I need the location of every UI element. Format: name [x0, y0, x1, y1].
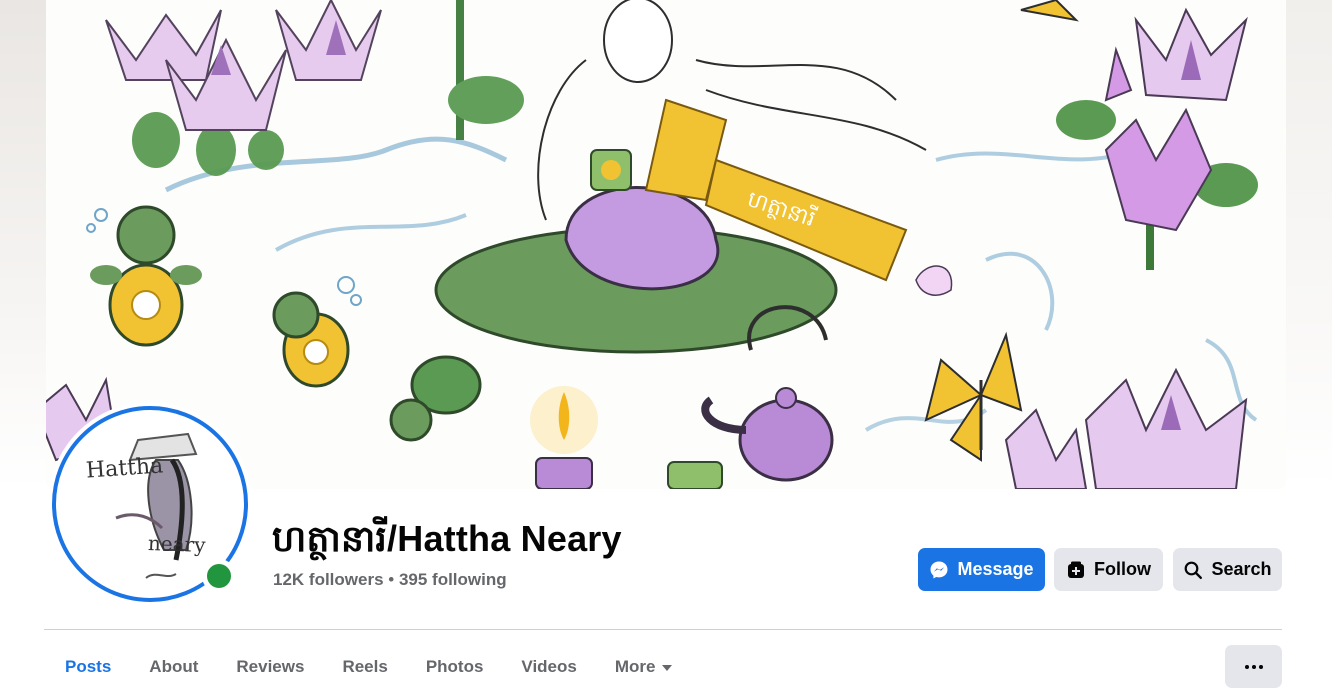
tab-posts[interactable]: Posts	[46, 643, 130, 691]
caret-down-icon	[662, 665, 673, 671]
messenger-icon	[930, 561, 948, 578]
follow-button-label: Follow	[1094, 559, 1151, 579]
page-title: ហត្ថានារី/Hattha Neary	[272, 518, 622, 559]
more-dots-icon	[1244, 664, 1249, 669]
tab-label: Reviews	[236, 657, 305, 676]
more-options-button[interactable]	[1225, 645, 1282, 688]
tab-label: Posts	[65, 657, 112, 676]
message-button-label: Message	[957, 559, 1034, 579]
online-status-indicator	[202, 559, 236, 593]
header-divider	[44, 629, 1282, 630]
message-button[interactable]: Message	[918, 548, 1045, 591]
following-link[interactable]: 395 following	[399, 570, 507, 589]
followers-link[interactable]: 12K followers	[273, 570, 384, 589]
stats-separator: •	[383, 570, 399, 589]
profile-page: ហត្ថានារី Hattha neary ហត្ថានារី/Hattha …	[0, 0, 1332, 696]
tab-label: Videos	[521, 657, 577, 676]
tab-more[interactable]: More	[596, 643, 692, 691]
tab-reels[interactable]: Reels	[323, 643, 406, 691]
follow-button[interactable]: Follow	[1054, 548, 1163, 591]
tab-label: Reels	[342, 657, 388, 676]
tab-label: More	[614, 657, 656, 676]
tab-videos[interactable]: Videos	[502, 643, 595, 691]
tab-photos[interactable]: Photos	[407, 643, 503, 691]
avatar-logo-text-bottom: neary	[147, 531, 206, 557]
tab-label: About	[149, 657, 199, 676]
search-button-label: Search	[1211, 559, 1272, 579]
tab-label: Photos	[425, 657, 484, 676]
more-dots-icon	[1258, 664, 1263, 669]
tab-reviews[interactable]: Reviews	[217, 643, 323, 691]
follow-icon	[1068, 561, 1084, 578]
profile-stats: 12K followers • 395 following	[273, 570, 507, 590]
tab-about[interactable]: About	[130, 643, 217, 691]
more-dots-icon	[1251, 664, 1256, 669]
profile-tabs: Posts About Reviews Reels Photos Videos …	[46, 643, 691, 691]
search-icon	[1185, 561, 1203, 579]
search-button[interactable]: Search	[1173, 548, 1282, 591]
